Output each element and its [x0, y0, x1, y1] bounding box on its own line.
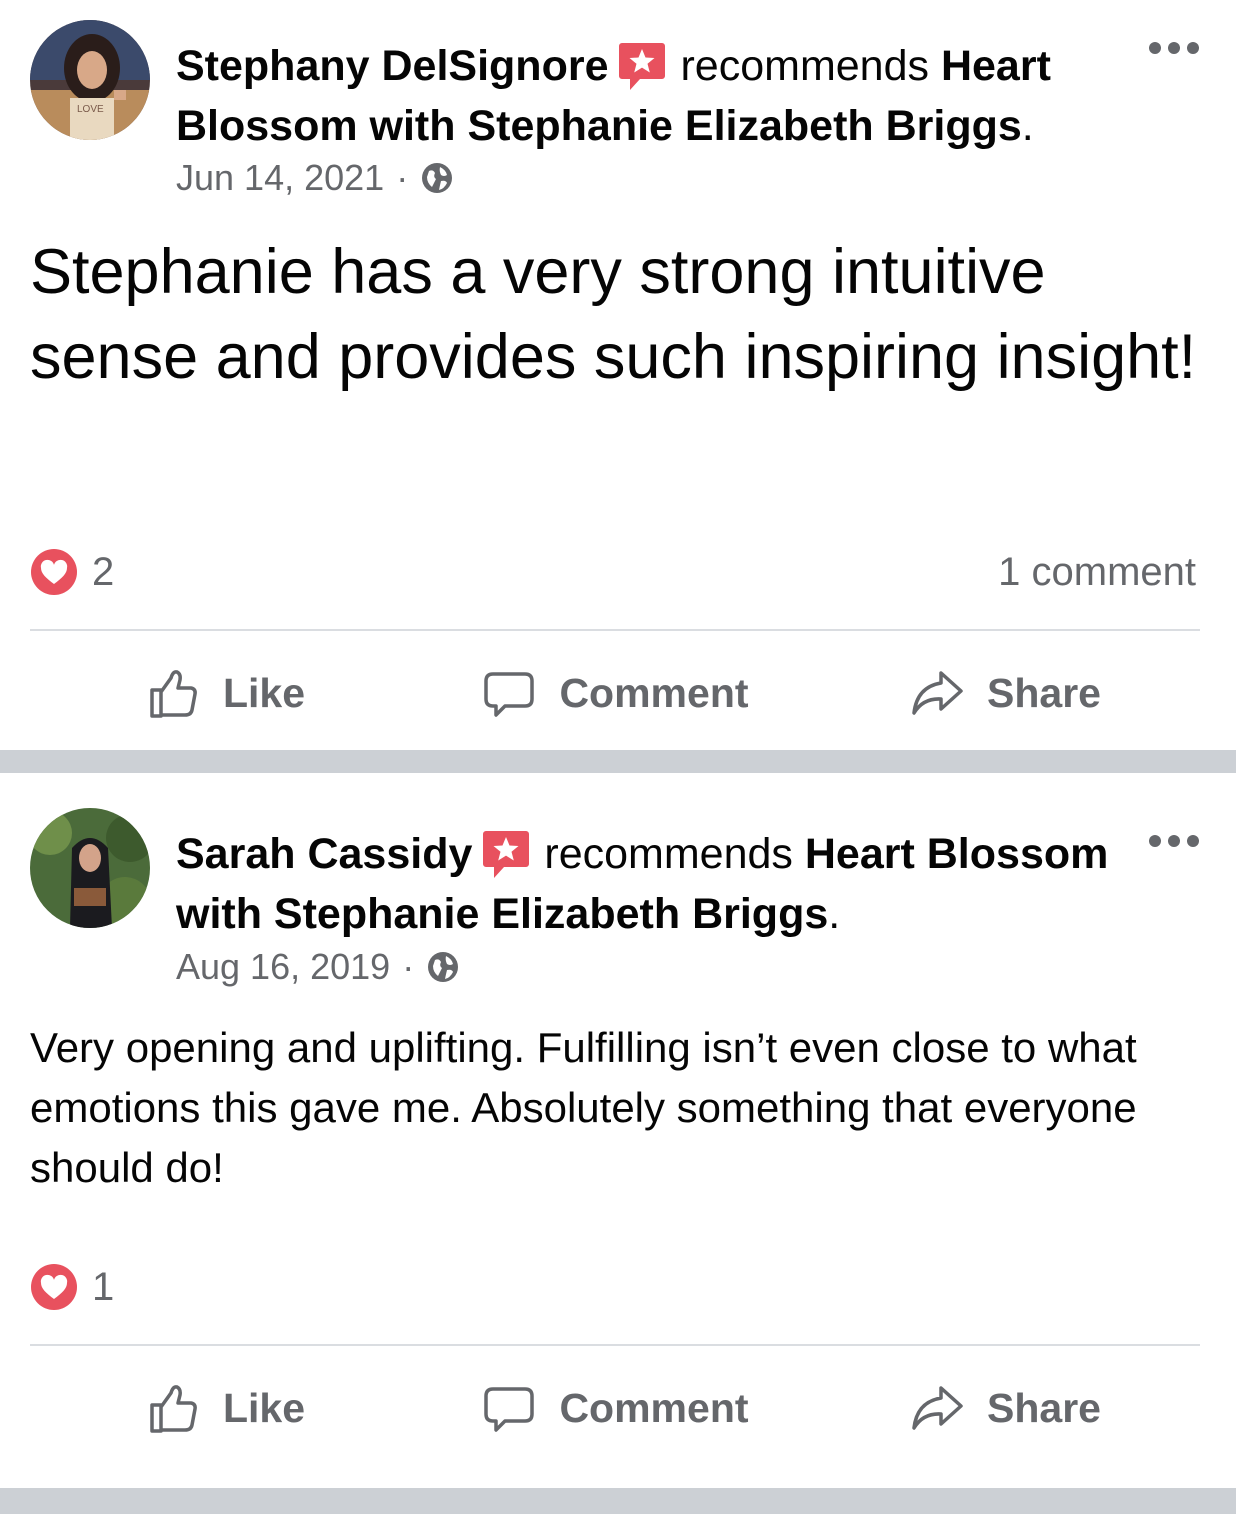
- action-bar: Like Comment Share: [30, 1363, 1200, 1453]
- divider: [30, 1344, 1200, 1346]
- like-icon: [150, 1385, 197, 1433]
- share-button[interactable]: Share: [810, 1363, 1200, 1453]
- reactions-summary[interactable]: 2: [30, 548, 114, 596]
- action-text: recommends: [544, 830, 793, 878]
- like-icon: [150, 670, 197, 718]
- comment-label: Comment: [559, 669, 749, 716]
- more-options-icon[interactable]: [1148, 38, 1200, 58]
- recommendation-post: Sarah Cassidy recommends Heart Blossom wi…: [0, 773, 1236, 1488]
- share-icon: [912, 1386, 963, 1430]
- like-label: Like: [222, 1384, 306, 1431]
- like-label: Like: [222, 669, 306, 716]
- feed-separator: [0, 1488, 1236, 1514]
- author-avatar[interactable]: LOVE: [30, 20, 150, 140]
- heart-icon: [31, 549, 77, 595]
- divider: [30, 629, 1200, 631]
- share-button[interactable]: Share: [810, 648, 1200, 738]
- trailing-punctuation: .: [1021, 102, 1034, 150]
- more-options-icon[interactable]: [1148, 831, 1200, 851]
- post-headline: Stephany DelSignore recommends Heart Blos…: [176, 36, 1116, 156]
- feed-separator: [0, 750, 1236, 773]
- meta-separator: ·: [402, 946, 415, 987]
- svg-text:LOVE: LOVE: [77, 104, 104, 115]
- share-icon: [912, 671, 963, 715]
- heart-icon: [31, 1264, 77, 1310]
- share-label: Share: [987, 1384, 1101, 1431]
- comment-icon: [484, 672, 535, 717]
- reaction-count: 2: [92, 549, 115, 594]
- post-date[interactable]: Jun 14, 2021: [176, 157, 384, 199]
- recommend-icon: [618, 40, 666, 92]
- author-name[interactable]: Sarah Cassidy: [176, 830, 472, 878]
- recommendation-post: LOVE Stephany DelSignore recommends Heart…: [0, 0, 1236, 750]
- like-button[interactable]: Like: [30, 648, 420, 738]
- trailing-punctuation: .: [828, 890, 841, 938]
- post-body: Stephanie has a very strong intuitive se…: [30, 237, 1197, 392]
- recommend-icon: [482, 828, 530, 880]
- post-meta: Jun 14, 2021 ·: [176, 157, 454, 199]
- comment-count[interactable]: 1 comment: [998, 550, 1196, 595]
- post-stats: 2 1 comment: [30, 548, 1196, 596]
- share-label: Share: [987, 669, 1101, 716]
- post-date[interactable]: Aug 16, 2019: [176, 946, 390, 988]
- action-text: recommends: [680, 42, 930, 90]
- globe-icon: [420, 161, 454, 195]
- comment-label: Comment: [559, 1384, 749, 1431]
- post-stats: 1: [30, 1263, 1196, 1311]
- author-avatar[interactable]: [30, 808, 150, 928]
- comment-icon: [484, 1387, 535, 1432]
- comment-button[interactable]: Comment: [420, 1363, 810, 1453]
- globe-icon: [426, 950, 460, 984]
- action-bar: Like Comment Share: [30, 648, 1200, 738]
- reactions-summary[interactable]: 1: [30, 1263, 114, 1311]
- comment-button[interactable]: Comment: [420, 648, 810, 738]
- post-headline: Sarah Cassidy recommends Heart Blossom wi…: [176, 824, 1116, 944]
- meta-separator: ·: [396, 157, 409, 198]
- like-button[interactable]: Like: [30, 1363, 420, 1453]
- post-body: Very opening and uplifting. Fulfilling i…: [30, 1024, 1137, 1191]
- reaction-count: 1: [92, 1264, 115, 1309]
- post-meta: Aug 16, 2019 ·: [176, 946, 460, 988]
- author-name[interactable]: Stephany DelSignore: [176, 42, 608, 90]
